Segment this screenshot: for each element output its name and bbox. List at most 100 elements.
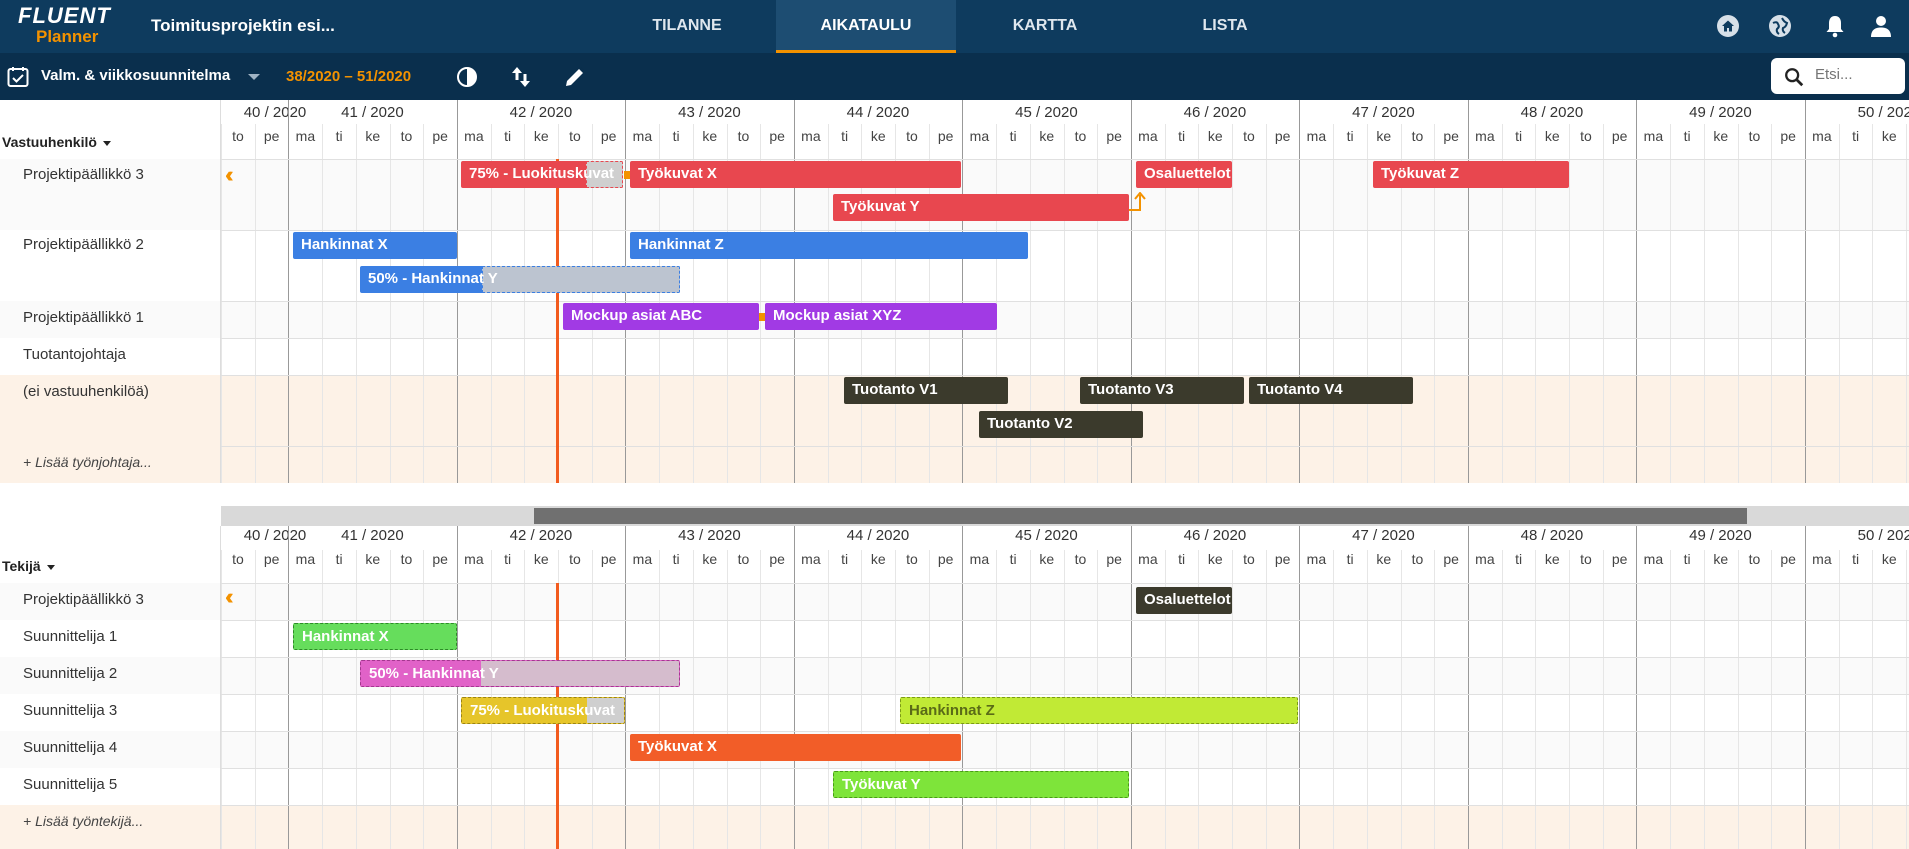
- day-divider: [389, 124, 391, 483]
- group-by-header[interactable]: Vastuuhenkilö: [2, 134, 111, 150]
- task-bar[interactable]: Tuotanto V1: [844, 377, 1008, 404]
- double-chevron-left-icon[interactable]: ‹‹: [225, 162, 233, 188]
- task-bar[interactable]: Työkuvat Y: [833, 771, 1129, 798]
- task-bar[interactable]: Hankinnat X: [293, 623, 457, 650]
- home-icon[interactable]: [1716, 14, 1740, 38]
- caret-down-icon[interactable]: [102, 140, 111, 146]
- task-bar[interactable]: Osaluettelot: [1136, 587, 1232, 614]
- tab-aikataulu[interactable]: AIKATAULU: [776, 0, 956, 53]
- day-divider: [423, 124, 425, 483]
- day-divider: [1265, 124, 1267, 483]
- day-label: pe: [1443, 551, 1459, 567]
- caret-down-icon[interactable]: [46, 564, 55, 570]
- row-label[interactable]: Projektipäällikkö 3: [0, 591, 221, 608]
- task-bar[interactable]: Työkuvat Y: [833, 194, 1129, 221]
- view-selector[interactable]: Valm. & viikkosuunnitelma: [41, 67, 230, 84]
- search-box[interactable]: [1771, 58, 1905, 94]
- task-bar[interactable]: 50% - Hankinnat Y: [360, 266, 680, 293]
- day-label: ke: [1207, 128, 1223, 144]
- search-icon: [1785, 68, 1804, 87]
- week-label: 50 / 2020: [1857, 527, 1909, 544]
- day-label: ke: [1039, 128, 1055, 144]
- week-label: 42 / 2020: [509, 527, 573, 544]
- tab-tilanne[interactable]: TILANNE: [597, 0, 777, 53]
- task-bar[interactable]: 50% - Hankinnat Y: [360, 660, 680, 687]
- task-label: Mockup asiat ABC: [571, 307, 703, 324]
- task-bar[interactable]: Mockup asiat XYZ: [765, 303, 997, 330]
- row-label[interactable]: Suunnittelija 3: [0, 702, 221, 719]
- user-icon[interactable]: [1869, 14, 1893, 38]
- project-title[interactable]: Toimitusprojektin esi...: [151, 16, 335, 36]
- task-bar[interactable]: Mockup asiat ABC: [563, 303, 759, 330]
- task-bar[interactable]: Tuotanto V3: [1080, 377, 1244, 404]
- day-label: to: [1411, 128, 1424, 144]
- week-divider: [1636, 526, 1638, 849]
- day-label: pe: [937, 128, 954, 144]
- day-label: ma: [464, 551, 484, 567]
- tab-lista[interactable]: LISTA: [1135, 0, 1315, 53]
- row-label[interactable]: Projektipäällikkö 1: [0, 309, 221, 326]
- day-divider: [1569, 124, 1570, 483]
- globe-icon[interactable]: [1768, 14, 1792, 38]
- tab-kartta[interactable]: KARTTA: [955, 0, 1135, 53]
- day-label: pe: [1443, 128, 1459, 144]
- task-bar[interactable]: Hankinnat X: [293, 232, 457, 259]
- contrast-icon[interactable]: [455, 65, 479, 89]
- bell-icon[interactable]: [1823, 14, 1847, 38]
- task-label: Hankinnat Z: [638, 236, 724, 253]
- row-label[interactable]: Projektipäällikkö 3: [0, 166, 221, 183]
- task-bar[interactable]: Työkuvat Z: [1373, 161, 1569, 188]
- horizontal-scrollbar[interactable]: [221, 506, 1909, 526]
- day-label: ke: [1376, 551, 1392, 567]
- row-label[interactable]: Suunnittelija 1: [0, 628, 221, 645]
- row-label[interactable]: (ei vastuuhenkilöä): [0, 383, 221, 400]
- task-bar[interactable]: Tuotanto V2: [979, 411, 1143, 438]
- add-supervisor-button[interactable]: + Lisää työnjohtaja...: [0, 454, 221, 470]
- task-bar[interactable]: Osaluettelot: [1136, 161, 1232, 188]
- row-label[interactable]: Suunnittelija 5: [0, 776, 221, 793]
- week-label: 42 / 2020: [509, 104, 573, 121]
- header-label: Tekijä: [2, 558, 41, 574]
- day-label: to: [1074, 551, 1087, 567]
- day-label: pe: [937, 551, 954, 567]
- sort-arrows-icon[interactable]: [509, 65, 533, 89]
- pencil-icon[interactable]: [563, 65, 587, 89]
- day-label: to: [737, 128, 750, 144]
- day-label: ti: [335, 551, 343, 567]
- group-by-header[interactable]: Tekijä: [2, 558, 55, 574]
- row-label[interactable]: Suunnittelija 2: [0, 665, 221, 682]
- row-divider: [221, 583, 1909, 584]
- logo-text: FLUENT: [18, 3, 111, 28]
- calendar-check-icon[interactable]: [6, 65, 30, 89]
- day-label: ma: [969, 551, 990, 567]
- fluent-planner-logo[interactable]: FLUENT Planner: [18, 4, 128, 50]
- week-label: 46 / 2020: [1183, 527, 1247, 544]
- task-label: Työkuvat Z: [1381, 165, 1460, 182]
- task-label: 75% - Luokituskuvat: [469, 165, 615, 182]
- day-label: ti: [672, 128, 680, 144]
- task-label: Hankinnat Z: [909, 702, 995, 719]
- week-divider: [1299, 100, 1301, 483]
- double-chevron-left-icon[interactable]: ‹‹: [225, 584, 233, 610]
- row-label[interactable]: Projektipäällikkö 2: [0, 236, 221, 253]
- task-bar[interactable]: Työkuvat X: [630, 734, 961, 761]
- row-label[interactable]: Suunnittelija 4: [0, 739, 221, 756]
- task-bar[interactable]: 75% - Luokituskuvat: [461, 161, 623, 188]
- task-bar[interactable]: Hankinnat Z: [900, 697, 1298, 724]
- day-label: pe: [1106, 551, 1122, 567]
- task-bar[interactable]: Työkuvat X: [630, 161, 961, 188]
- chevron-down-icon[interactable]: [248, 74, 260, 80]
- week-range[interactable]: 38/2020 – 51/2020: [286, 68, 411, 85]
- task-bar[interactable]: 75% - Luokituskuvat: [461, 697, 625, 724]
- day-label: ke: [365, 128, 381, 144]
- scrollbar-thumb[interactable]: [534, 508, 1747, 524]
- week-label: 49 / 2020: [1689, 104, 1752, 121]
- task-bar[interactable]: Hankinnat Z: [630, 232, 1028, 259]
- row-divider: [221, 338, 1909, 339]
- search-input[interactable]: [1815, 66, 1899, 83]
- task-bar[interactable]: Tuotanto V4: [1249, 377, 1413, 404]
- day-label: ma: [801, 551, 821, 567]
- task-label: Tuotanto V1: [852, 381, 938, 398]
- add-worker-button[interactable]: + Lisää työntekijä...: [0, 813, 221, 829]
- row-label[interactable]: Tuotantojohtaja: [0, 346, 221, 363]
